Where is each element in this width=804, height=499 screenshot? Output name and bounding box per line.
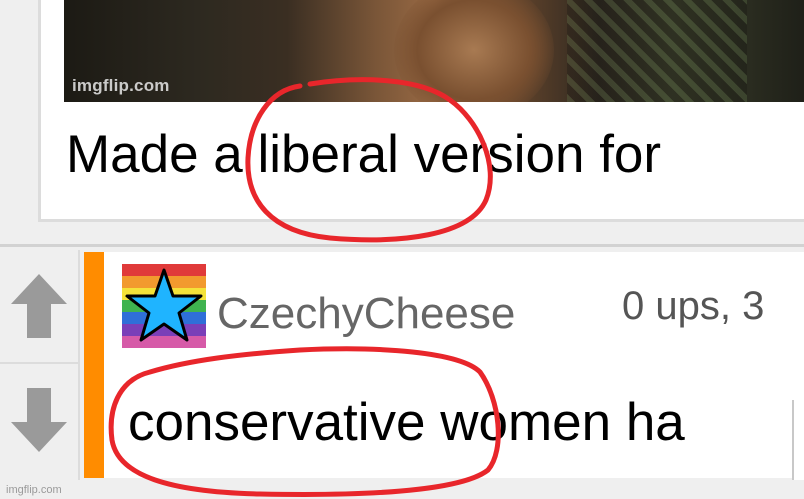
vote-column bbox=[0, 250, 80, 480]
comment-text: conservative women ha bbox=[128, 393, 685, 452]
comment-card: CzechyCheese 0 ups, 3 conservative women… bbox=[104, 252, 804, 478]
avatar[interactable] bbox=[122, 264, 206, 348]
right-panel-edge bbox=[792, 400, 804, 480]
meme-image[interactable]: imgflip.com bbox=[64, 0, 804, 102]
arrow-down-icon bbox=[11, 388, 67, 452]
image-watermark: imgflip.com bbox=[72, 76, 170, 95]
meme-post-card: imgflip.com Made a liberal version for bbox=[38, 0, 804, 222]
post-caption: Made a liberal version for bbox=[66, 125, 662, 184]
section-divider bbox=[0, 244, 804, 247]
upvote-button[interactable] bbox=[0, 250, 78, 364]
footer-watermark: imgflip.com bbox=[6, 484, 62, 496]
meme-image-shirt bbox=[567, 0, 747, 102]
downvote-button[interactable] bbox=[0, 364, 78, 476]
comment-username[interactable]: CzechyCheese bbox=[217, 292, 515, 336]
comment-stats: 0 ups, 3 bbox=[622, 284, 765, 328]
meme-image-face bbox=[394, 0, 554, 102]
comment-accent-bar bbox=[84, 252, 104, 478]
arrow-up-icon bbox=[11, 274, 67, 338]
rainbow-star-avatar bbox=[122, 264, 206, 348]
